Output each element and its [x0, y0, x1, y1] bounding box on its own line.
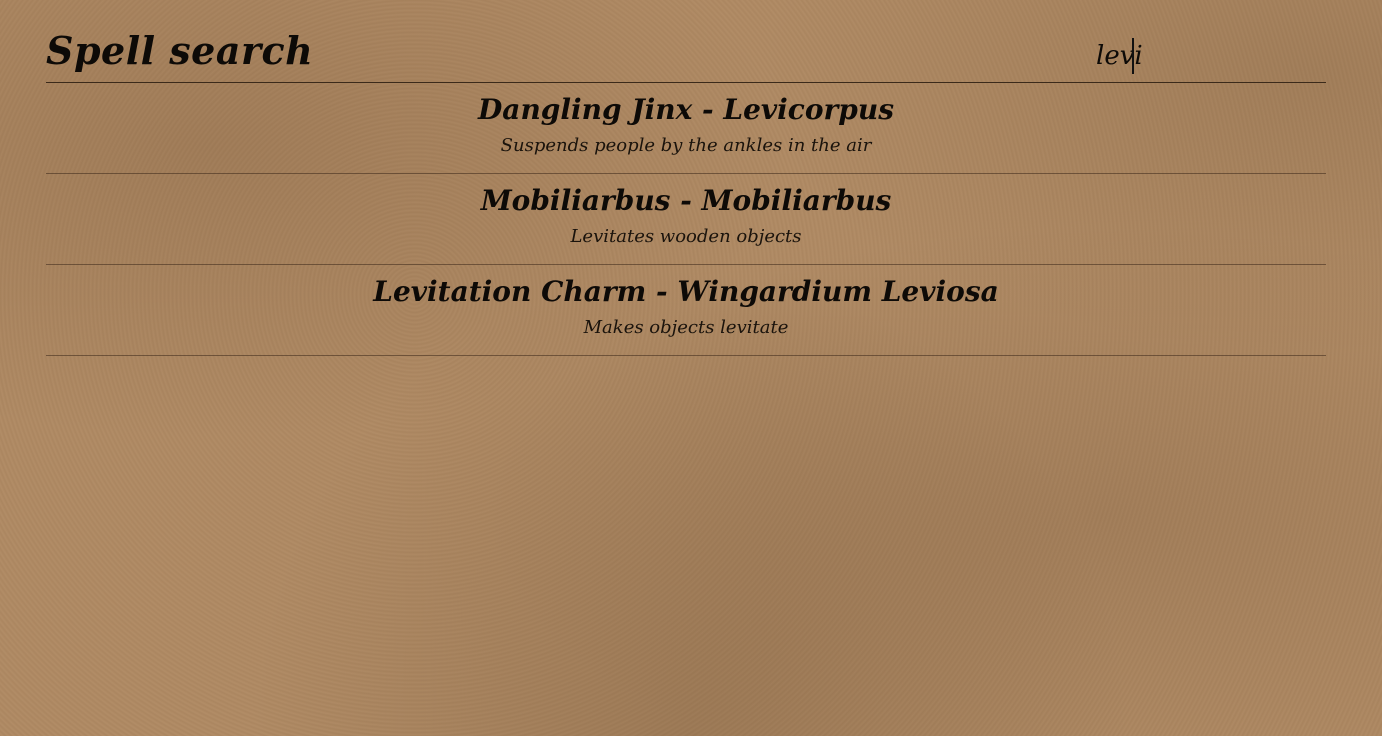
list-item[interactable]: Dangling Jinx - Levicorpus Suspends peop…	[46, 83, 1326, 174]
result-title: Mobiliarbus - Mobiliarbus	[480, 184, 892, 217]
result-description: Suspends people by the ankles in the air	[500, 135, 872, 156]
text-caret	[1132, 38, 1134, 74]
result-title: Levitation Charm - Wingardium Leviosa	[373, 275, 999, 308]
header: Spell search	[46, 24, 1326, 83]
results-list: Dangling Jinx - Levicorpus Suspends peop…	[46, 83, 1326, 356]
search-input[interactable]	[1096, 36, 1326, 76]
result-title: Dangling Jinx - Levicorpus	[478, 93, 894, 126]
result-description: Makes objects levitate	[583, 317, 789, 338]
list-item[interactable]: Mobiliarbus - Mobiliarbus Levitates wood…	[46, 174, 1326, 265]
page-title: Spell search	[46, 28, 314, 73]
result-description: Levitates wooden objects	[570, 226, 802, 247]
list-item[interactable]: Levitation Charm - Wingardium Leviosa Ma…	[46, 265, 1326, 356]
